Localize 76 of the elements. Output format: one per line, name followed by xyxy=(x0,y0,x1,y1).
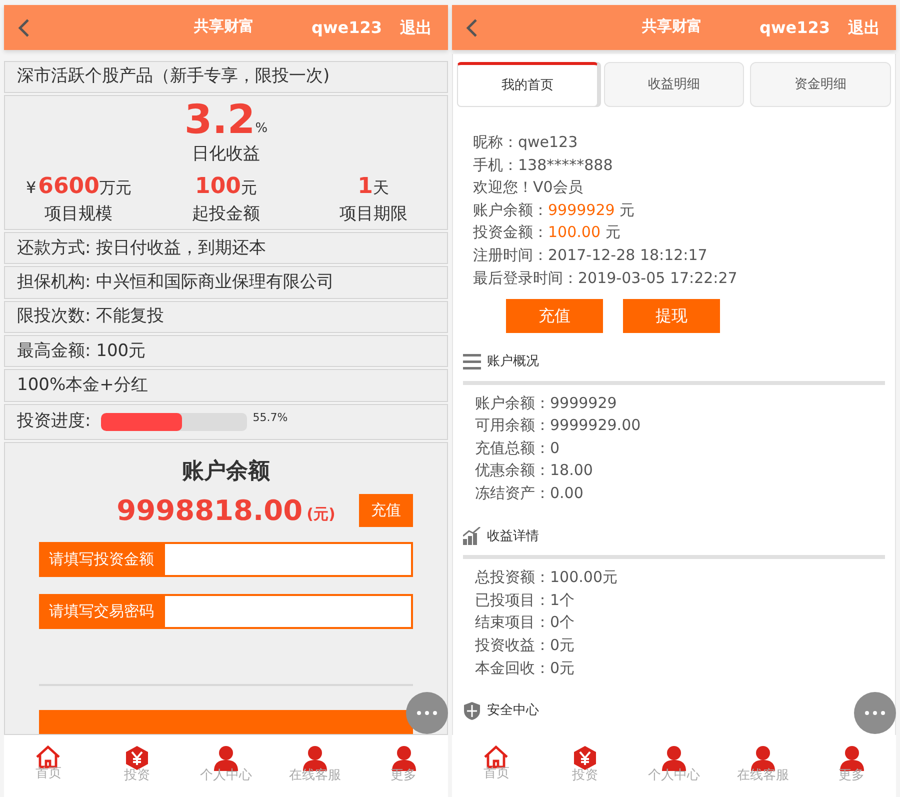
list-icon xyxy=(463,354,481,370)
section-title: 账户余额 xyxy=(182,458,270,486)
detail-text: 担保机构: 中兴恒和国际商业保理有限公司 xyxy=(17,270,334,294)
nav-tab[interactable]: 投资 xyxy=(92,735,182,797)
section-title: 收益详情 xyxy=(487,528,539,546)
rate-value: 3.2 xyxy=(184,98,256,142)
nav-tab[interactable]: 在线客服 xyxy=(718,735,808,797)
summary-line: 投资收益：0元 xyxy=(475,634,576,656)
invest-button[interactable] xyxy=(39,710,413,734)
dots-icon xyxy=(864,710,886,716)
currency-sign: ¥ xyxy=(26,176,36,199)
username: qwe123 xyxy=(760,16,830,38)
summary-line: 可用余额：9999929.00 xyxy=(475,415,642,436)
dots-icon xyxy=(416,710,438,716)
input-field[interactable]: 请填写交易密码 xyxy=(39,594,413,629)
summary-line: 已投项目：1个 xyxy=(475,590,576,611)
summary-line: 充值总额：0 xyxy=(475,438,561,459)
window-title: 共享财富 xyxy=(642,16,702,37)
detail-text: 限投次数: 不能复投 xyxy=(17,305,164,328)
stat-unit: 万元 xyxy=(99,176,132,199)
product-title: 深市活跃个股产品（新手专享，限投一次) xyxy=(17,65,330,88)
username: qwe123 xyxy=(312,16,382,38)
profile-line: 欢迎您！V0会员 xyxy=(473,177,584,198)
summary-line: 优惠余额：18.00 xyxy=(475,460,594,482)
section-title: 账户概况 xyxy=(487,353,539,372)
summary-line: 冻结资产：0.00 xyxy=(475,483,584,504)
profile-line: 手机：138*****888 xyxy=(473,154,614,176)
profile-line: 昵称：qwe123 xyxy=(473,132,579,153)
section-title: 安全中心 xyxy=(487,702,539,720)
tab[interactable]: 收益明细 xyxy=(604,62,744,107)
recharge-button[interactable]: 充值 xyxy=(359,494,413,527)
summary-line: 账户余额：9999929 xyxy=(475,392,618,414)
nav-tab[interactable]: 在线客服 xyxy=(270,735,360,797)
summary-line: 本金回收：0元 xyxy=(475,658,576,678)
progress-label: 投资进度: xyxy=(17,410,91,434)
tab[interactable]: 我的首页 xyxy=(457,62,598,107)
balance-amount: 9998818.00 xyxy=(116,494,303,528)
profile-line: 注册时间：2017-12-28 18:12:17 xyxy=(473,244,708,266)
rate-label: 日化收益 xyxy=(192,143,260,166)
action-button[interactable]: 充值 xyxy=(506,299,603,334)
balance-unit: (元) xyxy=(306,504,336,526)
stat-label: 项目期限 xyxy=(339,202,408,226)
progress-reading: 55.7% xyxy=(252,410,288,426)
nav-tab[interactable]: 投资 xyxy=(540,735,630,797)
logout-link[interactable]: 退出 xyxy=(848,16,880,40)
stat-unit: 元 xyxy=(240,176,257,199)
detail-text: 100%本金+分红 xyxy=(17,374,148,397)
stat-label: 起投金额 xyxy=(192,202,260,226)
rate-unit: % xyxy=(255,120,268,138)
stat-label: 项目规模 xyxy=(44,202,113,226)
tab[interactable]: 资金明细 xyxy=(750,62,892,107)
summary-line: 结束项目：0个 xyxy=(475,612,576,634)
action-button[interactable]: 提现 xyxy=(623,299,720,334)
detail-text: 最高金额: 100元 xyxy=(17,340,146,363)
input-field[interactable]: 请填写投资金额 xyxy=(39,542,413,577)
back-icon xyxy=(466,18,478,38)
shield-icon xyxy=(463,701,481,722)
logout-link[interactable]: 退出 xyxy=(400,16,432,40)
back-icon xyxy=(18,18,30,38)
stat-value: 100 xyxy=(195,174,241,200)
profile-line: 最后登录时间：2019-03-05 17:22:27 xyxy=(473,268,738,289)
stat-unit: 天 xyxy=(372,176,389,199)
stat-value: 1 xyxy=(358,174,373,200)
nav-tab[interactable]: 个人中心 xyxy=(182,735,270,797)
window-title: 共享财富 xyxy=(194,16,254,37)
profile-line: 账户余额：9999929 元 xyxy=(473,200,636,221)
summary-line: 总投资额：100.00元 xyxy=(475,567,618,588)
nav-tab[interactable]: 更多 xyxy=(807,735,896,797)
detail-text: 还款方式: 按日付收益，到期还本 xyxy=(17,236,266,260)
profile-line: 投资金额：100.00 元 xyxy=(473,222,622,244)
nav-tab[interactable]: 更多 xyxy=(359,735,448,797)
stat-value: 6600 xyxy=(38,174,100,200)
nav-tab[interactable]: 首页 xyxy=(452,735,541,797)
nav-tab[interactable]: 首页 xyxy=(4,735,93,797)
bar-chart-icon xyxy=(463,527,481,546)
nav-tab[interactable]: 个人中心 xyxy=(630,735,718,797)
